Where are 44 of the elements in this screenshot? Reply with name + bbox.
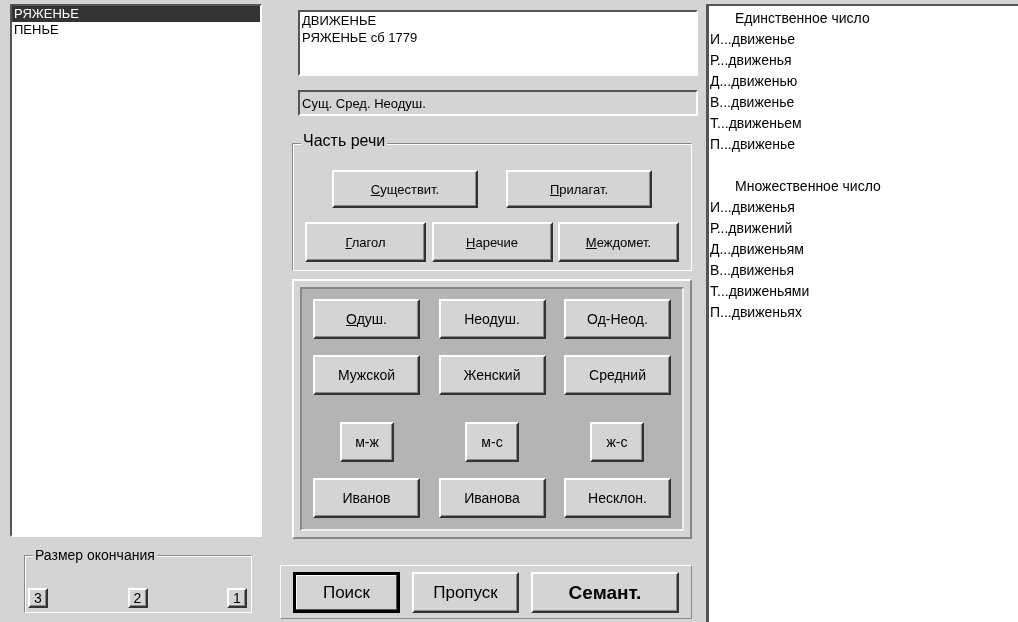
ending-size-button[interactable]: 1 bbox=[227, 588, 247, 608]
case-form: Р...движенья bbox=[709, 51, 793, 70]
action-button[interactable]: Пропуск bbox=[412, 572, 519, 613]
attribute-button[interactable]: Иванова bbox=[438, 478, 546, 518]
attribute-button[interactable]: Од-Неод. bbox=[564, 299, 671, 339]
attribute-button[interactable]: Неодуш. bbox=[438, 299, 546, 339]
case-form: В...движенья bbox=[709, 261, 796, 280]
attribute-button[interactable]: Одуш. bbox=[313, 299, 420, 339]
grammar-field[interactable]: Сущ. Сред. Неодуш. bbox=[298, 90, 698, 116]
action-button[interactable]: Семант. bbox=[531, 572, 679, 613]
part-of-speech-button[interactable]: Междомет. bbox=[558, 222, 679, 262]
case-form: И...движенья bbox=[709, 198, 796, 217]
attribute-button[interactable]: м-ж bbox=[340, 422, 394, 462]
action-button[interactable]: Поиск bbox=[293, 572, 400, 613]
case-form: И...движенье bbox=[709, 30, 797, 49]
list-item[interactable]: ПЕНЬЕ bbox=[12, 22, 260, 38]
part-of-speech-button[interactable]: Глагол bbox=[305, 222, 426, 262]
part-of-speech-button[interactable]: Наречие bbox=[431, 222, 553, 262]
group-title: Размер окончания bbox=[33, 547, 157, 563]
case-form: Т...движеньем bbox=[709, 114, 803, 133]
attribute-button[interactable]: Мужской bbox=[313, 355, 420, 395]
case-form: Р...движений bbox=[709, 219, 794, 238]
case-form: П...движенье bbox=[709, 135, 797, 154]
attribute-button[interactable]: Средний bbox=[564, 355, 671, 395]
ending-size-button[interactable]: 3 bbox=[28, 588, 48, 608]
info-line: ДВИЖЕНЬЕ bbox=[302, 12, 378, 29]
list-item[interactable]: РЯЖЕНЬЕ bbox=[12, 6, 260, 22]
section-title: Единственное число bbox=[734, 9, 871, 28]
attribute-button[interactable]: Несклон. bbox=[564, 478, 671, 518]
case-form: Д...движеньям bbox=[709, 240, 805, 259]
ending-size-button[interactable]: 2 bbox=[127, 588, 148, 608]
case-form: Д...движенью bbox=[709, 72, 799, 91]
section-title: Множественное число bbox=[734, 177, 882, 196]
part-of-speech-button[interactable]: Существит. bbox=[332, 170, 478, 208]
group-title: Часть речи bbox=[301, 133, 388, 149]
attribute-button[interactable]: Женский bbox=[438, 355, 546, 395]
case-form: П...движеньях bbox=[709, 303, 803, 322]
attribute-button[interactable]: Иванов bbox=[313, 478, 420, 518]
case-form: В...движенье bbox=[709, 93, 796, 112]
part-of-speech-button[interactable]: Прилагат. bbox=[506, 170, 652, 208]
attribute-button[interactable]: ж-с bbox=[590, 422, 644, 462]
case-form: Т...движеньями bbox=[709, 282, 811, 301]
attribute-button[interactable]: м-с bbox=[465, 422, 519, 462]
info-line: РЯЖЕНЬЕ сб 1779 bbox=[302, 29, 419, 46]
